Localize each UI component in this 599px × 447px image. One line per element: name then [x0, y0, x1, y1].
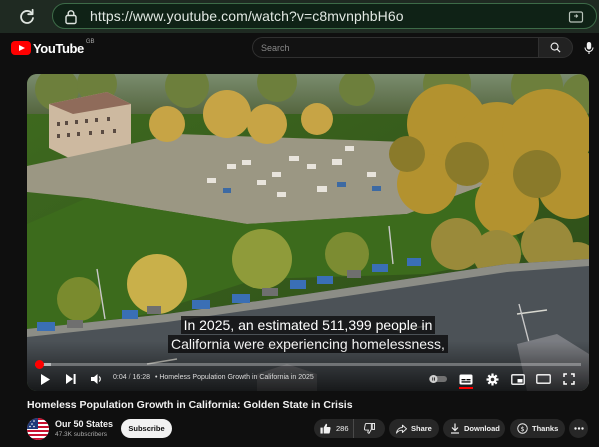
subtitles-button[interactable]	[458, 371, 474, 389]
search-bar	[252, 37, 573, 58]
subtitles-active-indicator	[459, 387, 473, 389]
thumbs-up-icon	[320, 423, 331, 434]
video-title: Homeless Population Growth in California…	[27, 399, 353, 411]
address-bar[interactable]: https://www.youtube.com/watch?v=c8mvnphb…	[52, 3, 597, 29]
dislike-button[interactable]	[354, 419, 385, 438]
fullscreen-icon	[563, 373, 575, 385]
play-button[interactable]	[37, 371, 53, 387]
us-flag-avatar-icon	[27, 418, 49, 440]
share-icon	[396, 424, 407, 434]
download-button[interactable]: Download	[443, 419, 505, 438]
like-dislike-group: 286	[314, 419, 385, 438]
thumbs-down-icon	[364, 423, 375, 434]
autoplay-toggle-icon	[429, 375, 447, 383]
youtube-logo[interactable]: YouTube GB	[11, 39, 95, 56]
channel-avatar[interactable]	[27, 418, 49, 440]
youtube-header: YouTube GB	[0, 33, 599, 63]
theater-mode-icon	[535, 374, 551, 384]
region-code: GB	[85, 39, 95, 45]
channel-name[interactable]: Our 50 States	[55, 419, 113, 429]
reload-icon[interactable]	[16, 6, 38, 28]
subtitles-icon	[459, 374, 473, 384]
play-icon	[41, 373, 50, 385]
chapter-title[interactable]: • Homeless Population Growth in Californ…	[155, 374, 314, 381]
current-time: 0:04	[113, 374, 127, 381]
more-actions-button[interactable]	[569, 419, 588, 438]
next-icon	[66, 374, 76, 384]
address-url[interactable]: https://www.youtube.com/watch?v=c8mvnphb…	[90, 8, 404, 24]
microphone-icon[interactable]	[583, 41, 595, 55]
super-thanks-icon: $	[517, 423, 528, 434]
site-info-icon[interactable]	[63, 9, 79, 25]
download-label: Download	[464, 424, 500, 433]
logo-wordmark: YouTube	[33, 40, 84, 56]
duration: 16:28	[132, 374, 150, 381]
search-box	[252, 37, 538, 58]
share-button[interactable]: Share	[389, 419, 439, 438]
time-display: 0:04 / 16:28 • Homeless Population Growt…	[113, 374, 314, 381]
like-count: 286	[336, 424, 349, 433]
video-player[interactable]: In 2025, an estimated 511,399 people in …	[27, 74, 589, 391]
next-button[interactable]	[63, 371, 79, 387]
volume-button[interactable]	[88, 371, 104, 387]
fullscreen-button[interactable]	[561, 371, 577, 387]
gear-icon	[486, 373, 498, 385]
miniplayer-button[interactable]	[510, 371, 526, 387]
search-icon	[550, 42, 561, 53]
search-button[interactable]	[538, 37, 573, 58]
progress-bar[interactable]	[35, 360, 581, 369]
subscribe-button[interactable]: Subscribe	[121, 419, 172, 438]
search-input[interactable]	[261, 41, 531, 55]
scrubber-handle[interactable]	[35, 360, 44, 369]
controls-gradient	[27, 341, 589, 391]
more-horizontal-icon	[573, 427, 584, 430]
browser-toolbar: https://www.youtube.com/watch?v=c8mvnphb…	[0, 0, 599, 34]
thanks-button[interactable]: $ Thanks	[510, 419, 565, 438]
download-icon	[451, 423, 459, 434]
thanks-label: Thanks	[532, 424, 559, 433]
autoplay-toggle[interactable]	[427, 371, 449, 387]
volume-icon	[90, 374, 101, 384]
subscriber-count: 47.3K subscribers	[55, 431, 108, 438]
theater-mode-button[interactable]	[535, 371, 551, 387]
miniplayer-icon	[511, 373, 525, 385]
youtube-play-logo-icon	[11, 41, 31, 55]
caption-line-1: In 2025, an estimated 511,399 people in	[180, 316, 436, 334]
svg-text:$: $	[520, 425, 524, 433]
open-in-app-icon[interactable]	[568, 9, 584, 25]
settings-button[interactable]	[484, 371, 500, 387]
like-button[interactable]: 286	[314, 419, 354, 438]
share-label: Share	[411, 424, 432, 433]
